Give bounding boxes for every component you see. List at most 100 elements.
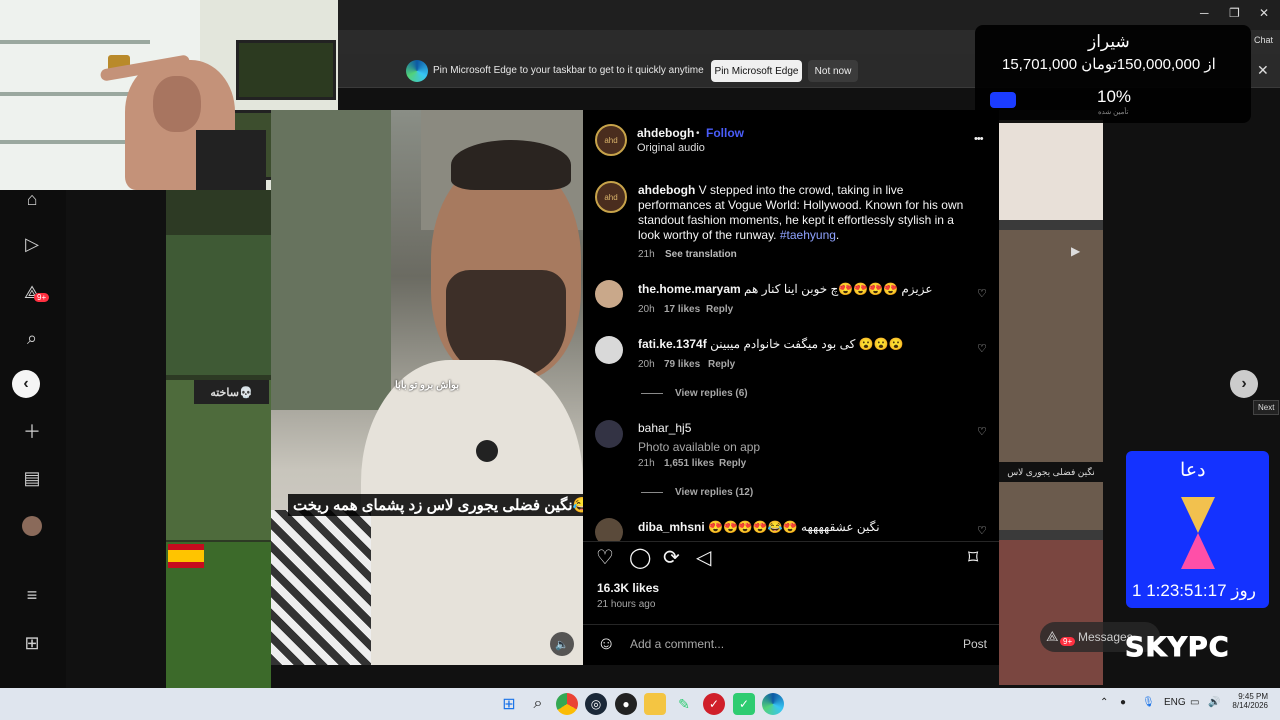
- language-indicator[interactable]: ENG: [1164, 697, 1186, 708]
- not-now-button[interactable]: Not now: [808, 60, 858, 82]
- minimize-button[interactable]: ─: [1200, 6, 1209, 20]
- background-grid-right: نگین فضلی یجوری لاس ▶ ▶: [999, 110, 1103, 685]
- taskbar-search-icon[interactable]: ⌕: [527, 693, 549, 715]
- video-small-caption: بواش برو تو بابا: [395, 380, 460, 391]
- tray-chevron-icon[interactable]: ⌃: [1100, 697, 1108, 708]
- clock-date: 8/14/2026: [1232, 701, 1268, 710]
- caption-author-avatar[interactable]: ahd: [595, 181, 627, 213]
- file-explorer-icon[interactable]: [644, 693, 666, 715]
- windows-taskbar: [0, 688, 1280, 720]
- insights-icon[interactable]: ▤: [20, 466, 44, 490]
- save-bookmark-icon[interactable]: ⌑: [968, 545, 978, 570]
- close-icon[interactable]: ✕: [1257, 62, 1269, 79]
- likes-count[interactable]: 16.3K likes: [597, 581, 659, 595]
- like-comment-icon[interactable]: ♡: [977, 524, 987, 537]
- comment-text: 😍😍😍😍😂😍 نگین عشقههههه: [708, 520, 880, 534]
- edge-taskbar-icon[interactable]: [762, 693, 784, 715]
- original-audio-link[interactable]: Original audio: [637, 142, 705, 154]
- edge-pin-message: Pin Microsoft Edge to your taskbar to ge…: [433, 65, 704, 76]
- reply-button[interactable]: Reply: [706, 304, 733, 315]
- apps-icon[interactable]: ⊞: [20, 631, 44, 655]
- obs-icon[interactable]: ●: [615, 693, 637, 715]
- next-tooltip: Next: [1253, 400, 1280, 415]
- next-post-button[interactable]: ›: [1230, 370, 1258, 398]
- messages-icon: ⟁: [1046, 628, 1059, 644]
- chat-label[interactable]: Chat: [1254, 35, 1273, 45]
- comment-username[interactable]: diba_mhsni: [638, 520, 705, 534]
- comment-icon[interactable]: ◯: [629, 545, 651, 570]
- caption-time: 21h: [638, 249, 655, 260]
- menu-icon[interactable]: ≡: [20, 583, 44, 607]
- app-icon-red[interactable]: ✓: [703, 693, 725, 715]
- share-icon[interactable]: ◁: [696, 545, 711, 570]
- profile-avatar[interactable]: [22, 516, 42, 536]
- comment-row: diba_mhsni 😍😍😍😍😂😍 نگین عشقههههه: [638, 520, 880, 534]
- volume-icon[interactable]: 🔊: [1208, 697, 1220, 708]
- previous-post-button[interactable]: ‹: [12, 370, 40, 398]
- comment-input[interactable]: Add a comment...: [630, 637, 724, 651]
- donation-sub: تأمین شده: [1098, 109, 1129, 116]
- edge-logo-icon: [406, 60, 428, 82]
- comment-username[interactable]: bahar_hj5: [638, 421, 691, 435]
- prayer-title: دعا: [1180, 460, 1206, 481]
- create-icon[interactable]: ＋: [20, 419, 44, 443]
- search-icon[interactable]: ⌕: [20, 326, 44, 350]
- clock[interactable]: 9:45 PM 8/14/2026: [1230, 692, 1268, 710]
- commenter-avatar[interactable]: [595, 280, 623, 308]
- background-grid-left: ساخته💀: [166, 190, 271, 688]
- steam-icon[interactable]: ◎: [585, 693, 607, 715]
- reply-button[interactable]: Reply: [708, 359, 735, 370]
- grid-overlay-caption-right: نگین فضلی یجوری لاس: [999, 462, 1103, 482]
- maximize-button[interactable]: ❐: [1229, 6, 1240, 20]
- comment-username[interactable]: fati.ke.1374f: [638, 337, 707, 351]
- commenter-avatar[interactable]: [595, 336, 623, 364]
- app-icon-green[interactable]: ✎: [673, 693, 695, 715]
- home-icon[interactable]: ⌂: [20, 187, 44, 211]
- messages-badge: 9+: [1060, 637, 1076, 646]
- comment-likes[interactable]: 17 likes: [664, 304, 700, 315]
- like-icon[interactable]: ♡: [596, 545, 614, 570]
- see-translation-link[interactable]: See translation: [665, 249, 737, 260]
- dot-separator: •: [696, 128, 700, 139]
- author-avatar[interactable]: ahd: [595, 124, 627, 156]
- audio-toggle-button[interactable]: 🔈: [550, 632, 574, 656]
- comment-text: Photo available on app: [638, 440, 761, 454]
- comment-username[interactable]: the.home.maryam: [638, 282, 741, 296]
- close-window-button[interactable]: ✕: [1259, 6, 1269, 20]
- donation-amount: 15,701,000 از 150,000,000تومان: [1002, 56, 1216, 73]
- tray-app-icon[interactable]: ●: [1120, 697, 1126, 708]
- spain-flag-icon: [168, 544, 204, 568]
- hashtag-link[interactable]: #taehyung: [780, 228, 836, 242]
- skypc-watermark: SKYPC: [1125, 632, 1230, 664]
- post-comment-button[interactable]: Post: [963, 637, 987, 651]
- reply-button[interactable]: Reply: [719, 458, 746, 469]
- app-icon-check[interactable]: ✓: [733, 693, 755, 715]
- hourglass-icon: [1181, 497, 1215, 569]
- tray-mic-icon[interactable]: 🎙: [1142, 697, 1155, 708]
- like-comment-icon[interactable]: ♡: [977, 425, 987, 438]
- chrome-icon[interactable]: [556, 693, 578, 715]
- comment-text: کی بود میگفت خانوادم میبینن 😮😮😮: [710, 337, 904, 351]
- video-reel-icon: ▶: [1071, 244, 1081, 258]
- commenter-avatar[interactable]: [595, 420, 623, 448]
- pin-edge-button[interactable]: Pin Microsoft Edge: [711, 60, 802, 82]
- like-comment-icon[interactable]: ♡: [977, 342, 987, 355]
- reels-icon[interactable]: ▷: [20, 232, 44, 256]
- follow-button[interactable]: Follow: [706, 126, 744, 140]
- author-username[interactable]: ahdebogh: [637, 126, 694, 140]
- repost-icon[interactable]: ⟳: [663, 545, 680, 570]
- monitor-icon[interactable]: ▭: [1190, 697, 1199, 708]
- comment-likes[interactable]: 79 likes: [664, 359, 700, 370]
- caption-author[interactable]: ahdebogh: [638, 183, 695, 197]
- prayer-timer: 1 روز 1:23:51:17: [1132, 581, 1256, 600]
- view-replies-button[interactable]: View replies (6): [675, 388, 748, 399]
- comment-likes[interactable]: 1,651 likes: [664, 458, 714, 469]
- video-main-caption: نگین فضلی یجوری لاس زد پشمای همه ریخت😂🔥: [288, 494, 615, 516]
- emoji-icon[interactable]: ☺: [597, 633, 615, 654]
- more-options-icon[interactable]: •••: [974, 133, 984, 145]
- post-caption: ahdebogh V stepped into the crowd, takin…: [638, 183, 964, 242]
- view-replies-button[interactable]: View replies (12): [675, 487, 753, 498]
- windows-start-icon[interactable]: ⊞: [498, 693, 520, 715]
- donation-percent: 10%: [1097, 87, 1132, 106]
- like-comment-icon[interactable]: ♡: [977, 287, 987, 300]
